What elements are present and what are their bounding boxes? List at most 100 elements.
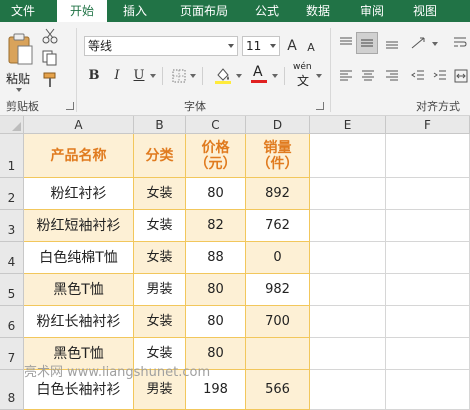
cell-d1-header-sales[interactable]: 销量 （件） [246, 134, 310, 178]
tab-formulas[interactable]: 公式 [248, 0, 286, 22]
cell-c3[interactable]: 82 [186, 210, 246, 242]
orientation-icon[interactable] [410, 35, 428, 51]
cut-icon[interactable] [42, 28, 58, 44]
fill-color-dropdown-icon[interactable] [236, 74, 242, 78]
select-all-button[interactable] [0, 116, 24, 134]
cell-e3[interactable] [310, 210, 386, 242]
cell-a1-header-product[interactable]: 产品名称 [24, 134, 134, 178]
row-header-3[interactable]: 3 [0, 210, 24, 242]
tab-insert[interactable]: 插入 [112, 0, 158, 22]
tab-view[interactable]: 视图 [405, 0, 445, 22]
cell-d7[interactable] [246, 338, 310, 370]
cell-c1-header-price[interactable]: 价格 （元） [186, 134, 246, 178]
cell-a6[interactable]: 粉红长袖衬衫 [24, 306, 134, 338]
cell-e8[interactable] [310, 370, 386, 410]
align-bottom-icon[interactable] [384, 35, 400, 51]
tab-page-layout[interactable]: 页面布局 [170, 0, 238, 22]
phonetic-dropdown-icon[interactable] [316, 74, 322, 78]
wrap-text-icon[interactable] [452, 35, 468, 51]
paste-button[interactable]: 粘贴 [4, 30, 34, 94]
cell-c8[interactable]: 198 [186, 370, 246, 410]
cell-c2[interactable]: 80 [186, 178, 246, 210]
cell-c5[interactable]: 80 [186, 274, 246, 306]
cell-b5[interactable]: 男装 [134, 274, 186, 306]
cell-b8[interactable]: 男装 [134, 370, 186, 410]
row-header-2[interactable]: 2 [0, 178, 24, 210]
cell-f4[interactable] [386, 242, 470, 274]
cell-d5[interactable]: 982 [246, 274, 310, 306]
phonetic-guide-button[interactable]: wén 文 [292, 62, 314, 88]
align-top-icon[interactable] [338, 35, 354, 51]
cell-b3[interactable]: 女装 [134, 210, 186, 242]
align-right-icon[interactable] [384, 68, 400, 84]
cell-b4[interactable]: 女装 [134, 242, 186, 274]
clipboard-dialog-launcher[interactable] [66, 102, 74, 110]
cell-e5[interactable] [310, 274, 386, 306]
fill-color-icon[interactable] [214, 66, 232, 84]
cell-c7[interactable]: 80 [186, 338, 246, 370]
row-header-7[interactable]: 7 [0, 338, 24, 370]
font-size-select[interactable]: 11 [242, 36, 280, 56]
cell-f2[interactable] [386, 178, 470, 210]
cell-b2[interactable]: 女装 [134, 178, 186, 210]
cell-a2[interactable]: 粉红衬衫 [24, 178, 134, 210]
align-left-icon[interactable] [338, 68, 354, 84]
cell-b6[interactable]: 女装 [134, 306, 186, 338]
italic-button[interactable]: I [110, 66, 124, 86]
cell-e1[interactable] [310, 134, 386, 178]
cell-b1-header-category[interactable]: 分类 [134, 134, 186, 178]
cell-f8[interactable] [386, 370, 470, 410]
cell-a7[interactable]: 黑色T恤 [24, 338, 134, 370]
tab-review[interactable]: 审阅 [352, 0, 392, 22]
cell-a8[interactable]: 白色长袖衬衫 [24, 370, 134, 410]
cell-a3[interactable]: 粉红短袖衬衫 [24, 210, 134, 242]
cell-f1[interactable] [386, 134, 470, 178]
row-header-8[interactable]: 8 [0, 370, 24, 410]
font-color-dropdown-icon[interactable] [272, 74, 278, 78]
tab-file[interactable]: 文件 [0, 0, 46, 22]
format-painter-icon[interactable] [42, 72, 58, 88]
align-center-icon[interactable] [360, 68, 376, 84]
cell-c6[interactable]: 80 [186, 306, 246, 338]
cell-f5[interactable] [386, 274, 470, 306]
increase-indent-icon[interactable] [432, 68, 448, 84]
row-header-6[interactable]: 6 [0, 306, 24, 338]
cell-d2[interactable]: 892 [246, 178, 310, 210]
bold-button[interactable]: B [86, 66, 102, 86]
cell-d6[interactable]: 700 [246, 306, 310, 338]
cell-c4[interactable]: 88 [186, 242, 246, 274]
cell-f3[interactable] [386, 210, 470, 242]
grow-font-button[interactable]: A [284, 36, 300, 56]
worksheet-grid[interactable]: A B C D E F 1 2 3 4 5 6 7 8 产品名称 分类 价格 （… [0, 116, 470, 410]
cell-d8[interactable]: 566 [246, 370, 310, 410]
cell-a5[interactable]: 黑色T恤 [24, 274, 134, 306]
merge-center-icon[interactable] [454, 68, 468, 84]
cell-e6[interactable] [310, 306, 386, 338]
cell-f6[interactable] [386, 306, 470, 338]
cell-e7[interactable] [310, 338, 386, 370]
column-header-a[interactable]: A [24, 116, 134, 134]
borders-icon[interactable] [172, 69, 186, 83]
cell-e4[interactable] [310, 242, 386, 274]
cell-e2[interactable] [310, 178, 386, 210]
column-header-f[interactable]: F [386, 116, 470, 134]
decrease-indent-icon[interactable] [410, 68, 426, 84]
shrink-font-button[interactable]: A [304, 38, 318, 58]
column-header-b[interactable]: B [134, 116, 186, 134]
font-color-button[interactable]: A [250, 64, 268, 84]
cell-f7[interactable] [386, 338, 470, 370]
cell-d3[interactable]: 762 [246, 210, 310, 242]
borders-dropdown-icon[interactable] [190, 74, 196, 78]
cell-b7[interactable]: 女装 [134, 338, 186, 370]
column-header-e[interactable]: E [310, 116, 386, 134]
column-header-d[interactable]: D [246, 116, 310, 134]
copy-icon[interactable] [42, 50, 58, 66]
underline-dropdown-icon[interactable] [150, 74, 156, 78]
tab-home[interactable]: 开始 [57, 0, 107, 23]
font-dialog-launcher[interactable] [316, 102, 324, 110]
cell-d4[interactable]: 0 [246, 242, 310, 274]
paste-dropdown-icon[interactable] [16, 88, 22, 92]
row-header-4[interactable]: 4 [0, 242, 24, 274]
cell-a4[interactable]: 白色纯棉T恤 [24, 242, 134, 274]
tab-data[interactable]: 数据 [298, 0, 338, 22]
